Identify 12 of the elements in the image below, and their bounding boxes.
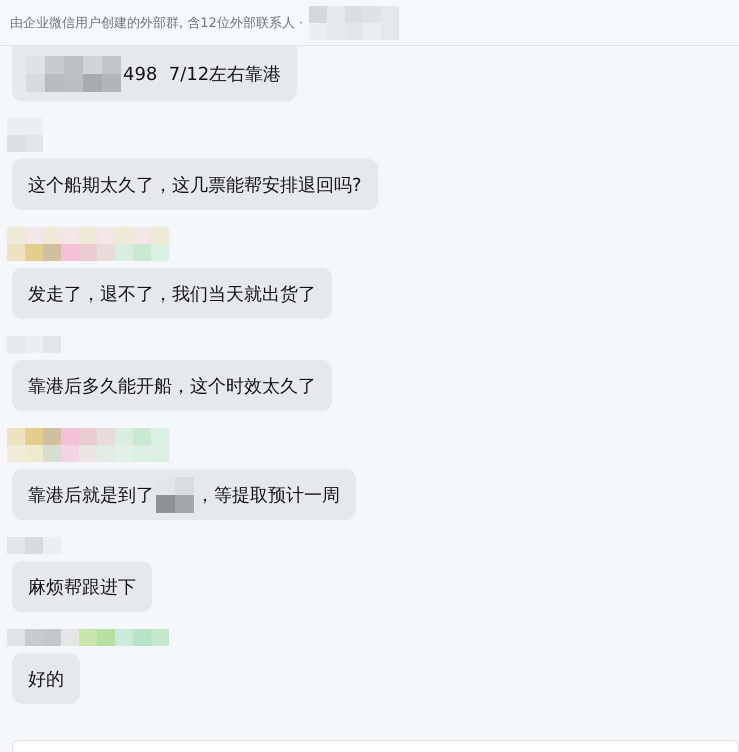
pixelated-name-drawing <box>7 537 61 554</box>
message-text: ，等提取预计一周 <box>196 484 340 506</box>
message-text: 靠港后就是到了 <box>28 484 154 506</box>
pixelated-text-drawing <box>156 476 194 512</box>
message-text: 发走了，退不了，我们当天就出货了 <box>28 282 316 306</box>
message-text: 这个船期太久了，这几票能帮安排退回吗? <box>28 174 362 196</box>
group-info-text: 由企业微信用户创建的外部群, 含12位外部联系人 · <box>10 14 304 32</box>
message-text: 好的 <box>28 668 64 690</box>
message-text: 麻烦帮跟进下 <box>28 576 136 598</box>
message-text: 498 7/12左右靠港 <box>123 62 282 86</box>
message-text: 靠港后多久能开船，这个时效太久了 <box>28 374 316 398</box>
pixelated-name-drawing <box>7 118 43 152</box>
